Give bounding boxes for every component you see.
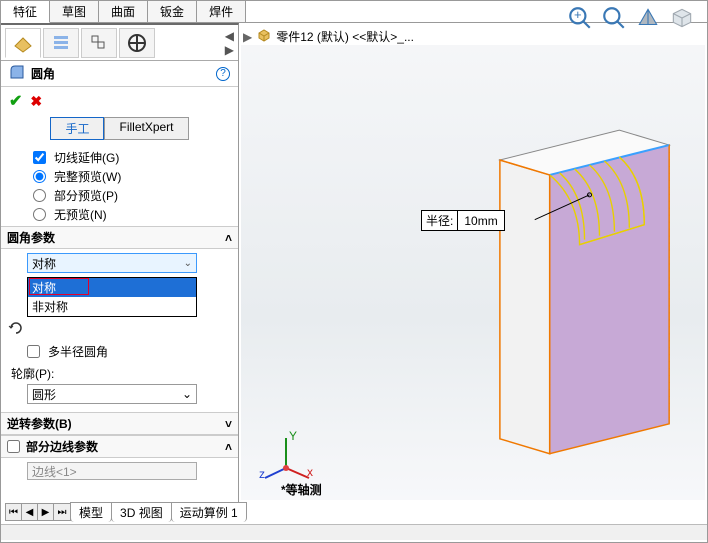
check-partial-edge[interactable] [7, 440, 20, 453]
radius-callout[interactable]: 半径: 10mm [421, 210, 505, 231]
tab-sheetmetal[interactable]: 钣金 [148, 1, 197, 22]
tab-scroll-right[interactable]: ▶ [225, 43, 234, 57]
profile-dropdown[interactable]: 圆形 ⌄ [27, 384, 197, 404]
section-fillet-params-label: 圆角参数 [7, 229, 55, 246]
chevron-right-icon: ▶ [243, 30, 252, 44]
view-triad[interactable]: Y x z [259, 428, 313, 482]
bottom-tabs: ⏮ ◀ ▶ ⏭ 模型 3D 视图 运动算例 1 [5, 502, 247, 522]
view-orientation-label: *等轴测 [281, 481, 322, 498]
svg-text:Y: Y [289, 429, 297, 443]
confirm-row: ✔ ✖ [1, 87, 238, 115]
symmetry-value: 对称 [32, 255, 56, 272]
svg-text:z: z [259, 467, 265, 481]
breadcrumb-label: 零件12 (默认) <<默认>_... [276, 28, 414, 45]
tab-motion[interactable]: 运动算例 1 [171, 502, 247, 522]
radio-partial-preview[interactable] [33, 189, 46, 202]
cancel-button[interactable]: ✖ [30, 93, 42, 110]
chevron-down-icon: ⌄ [182, 387, 192, 401]
option-asymmetric[interactable]: 非对称 [28, 297, 196, 316]
fillet-icon [9, 64, 25, 83]
profile-value: 圆形 [32, 386, 56, 403]
chevron-down-icon: ⌄ [184, 258, 192, 269]
tab-surface[interactable]: 曲面 [99, 1, 148, 22]
section-reverse[interactable]: 逆转参数(B) ˅ [1, 412, 238, 435]
zoom-area-icon[interactable] [601, 5, 627, 34]
tab-filletxpert[interactable]: FilletXpert [104, 117, 188, 140]
symmetry-dropdown[interactable]: 对称 ⌄ [27, 253, 197, 273]
symmetry-dropdown-list: 对称 非对称 [27, 277, 197, 317]
svg-text:+: + [574, 7, 582, 22]
tab-nav: ⏮ ◀ ▶ ⏭ [5, 503, 71, 521]
help-icon[interactable]: ? [216, 67, 230, 81]
nav-next[interactable]: ▶ [38, 504, 54, 520]
section-icon[interactable] [635, 5, 661, 34]
pm-tab-feature[interactable] [5, 28, 41, 58]
flip-icon[interactable] [7, 319, 25, 340]
graphics-viewport[interactable]: 半径: 10mm Y x z *等轴测 [241, 45, 705, 500]
view-tools: + [567, 5, 695, 34]
callout-value[interactable]: 10mm [458, 213, 503, 229]
zoom-fit-icon[interactable]: + [567, 5, 593, 34]
profile-label: 轮廓(P): [1, 361, 238, 384]
radio-none-label: 无预览(N) [54, 206, 107, 223]
pm-title: 圆角 [31, 65, 55, 82]
breadcrumb[interactable]: ▶ 零件12 (默认) <<默认>_... [243, 27, 414, 46]
highlight-box [29, 278, 89, 295]
check-tangent[interactable] [33, 151, 46, 164]
edge-selection-box[interactable]: 边线<1> [27, 462, 197, 480]
callout-label: 半径: [422, 211, 458, 230]
radio-full-label: 完整预览(W) [54, 168, 121, 185]
pm-tab-props[interactable] [43, 28, 79, 58]
nav-last[interactable]: ⏭ [54, 504, 70, 520]
check-multiradius[interactable] [27, 345, 40, 358]
preview-options: 切线延伸(G) 完整预览(W) 部分预览(P) 无预览(N) [1, 146, 238, 226]
chevron-up-icon: ˄ [225, 231, 232, 245]
fillet-mode-tabs: 手工 FilletXpert [1, 115, 238, 146]
radio-full-preview[interactable] [33, 170, 46, 183]
pm-tab-dim[interactable] [119, 28, 155, 58]
chevron-down-icon: ˅ [225, 417, 232, 431]
check-tangent-label: 切线延伸(G) [54, 149, 119, 166]
status-bar [1, 524, 707, 540]
section-partial-edge[interactable]: 部分边线参数 ˄ [1, 435, 238, 458]
tab-feature[interactable]: 特征 [1, 1, 50, 23]
tab-3dview[interactable]: 3D 视图 [111, 502, 172, 522]
pm-header: 圆角 ? [1, 61, 238, 87]
tab-weldment[interactable]: 焊件 [197, 1, 246, 22]
tab-scroll-left[interactable]: ◀ [225, 29, 234, 43]
tab-manual[interactable]: 手工 [50, 117, 104, 140]
part-icon [256, 27, 272, 46]
svg-text:x: x [307, 465, 313, 479]
nav-first[interactable]: ⏮ [6, 504, 22, 520]
check-multiradius-label: 多半径圆角 [48, 343, 108, 360]
property-manager: ◀▶ 圆角 ? ✔ ✖ 手工 FilletXpert 切线延伸(G) 完整预览(… [1, 23, 239, 503]
radio-partial-label: 部分预览(P) [54, 187, 118, 204]
section-fillet-params[interactable]: 圆角参数 ˄ [1, 226, 238, 249]
ok-button[interactable]: ✔ [9, 91, 22, 111]
edge-placeholder: 边线<1> [32, 463, 77, 480]
nav-prev[interactable]: ◀ [22, 504, 38, 520]
section-partial-label: 部分边线参数 [26, 438, 98, 455]
display-icon[interactable] [669, 5, 695, 34]
tab-model[interactable]: 模型 [70, 502, 112, 522]
chevron-up-icon: ˄ [225, 440, 232, 454]
radio-no-preview[interactable] [33, 208, 46, 221]
section-reverse-label: 逆转参数(B) [7, 415, 72, 432]
pm-tabs: ◀▶ [1, 25, 238, 61]
tab-sketch[interactable]: 草图 [50, 1, 99, 22]
pm-tab-config[interactable] [81, 28, 117, 58]
